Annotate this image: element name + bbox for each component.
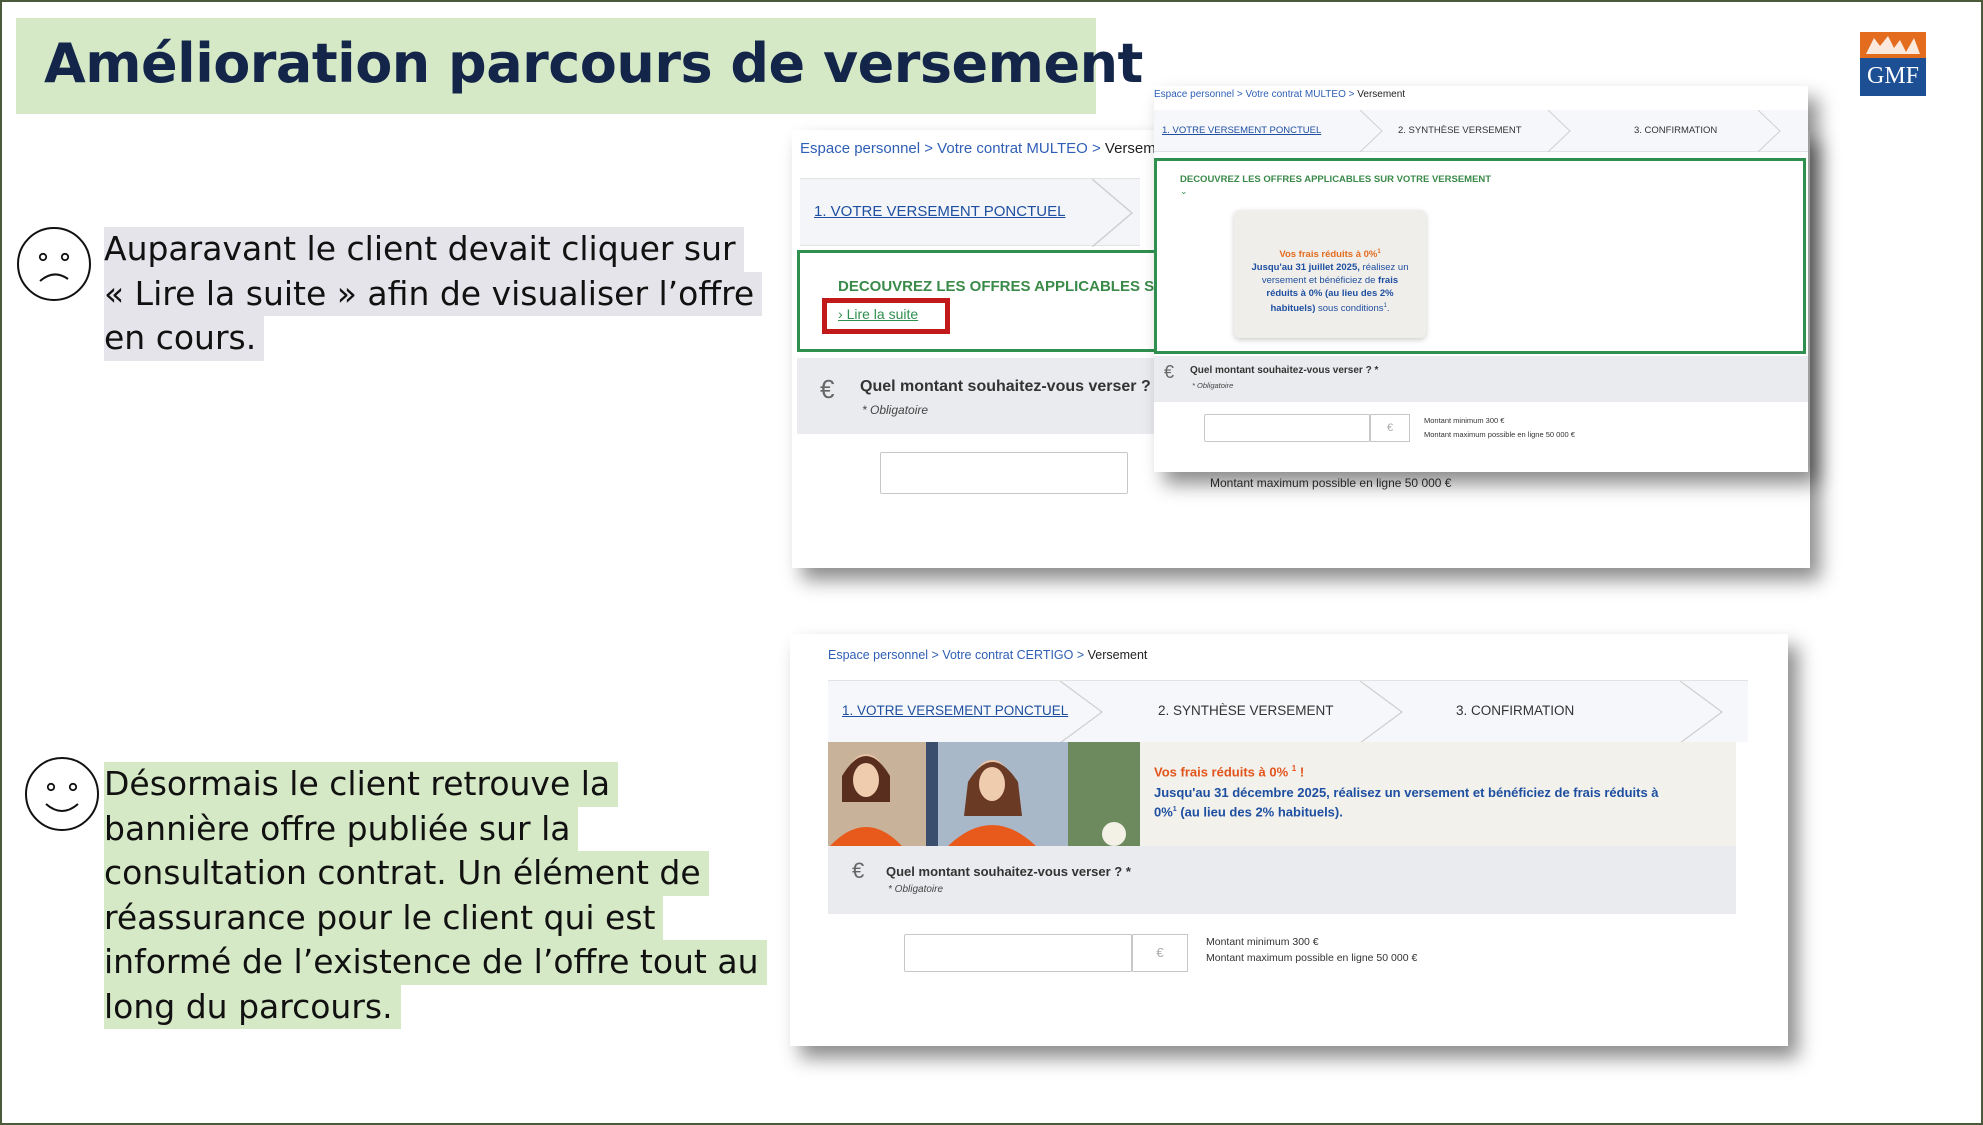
amount-input[interactable] xyxy=(1204,414,1370,442)
text-line: réassurance pour le client qui est xyxy=(104,895,664,940)
text-line: bannière offre publiée sur la xyxy=(104,806,579,851)
new-journey-screenshot: Espace personnel > Votre contrat CERTIGO… xyxy=(790,634,1788,1046)
step-2[interactable]: 2. SYNTHÈSE VERSEMENT xyxy=(1158,703,1334,718)
text-line: Désormais le client retrouve la xyxy=(104,762,619,807)
required-hint: * Obligatoire xyxy=(862,403,929,417)
chevron-down-icon[interactable]: ⌄ xyxy=(1180,186,1188,197)
step-1[interactable]: 1. VOTRE VERSEMENT PONCTUEL xyxy=(814,203,1065,220)
page-title: Amélioration parcours de versement xyxy=(44,32,1143,95)
step-3[interactable]: 3. CONFIRMATION xyxy=(1634,125,1717,136)
happy-face-icon xyxy=(25,757,99,831)
offer-banner: Vos frais réduits à 0% 1 ! Jusqu'au 31 d… xyxy=(828,742,1736,846)
required-hint: * Obligatoire xyxy=(1192,381,1234,390)
step-3[interactable]: 3. CONFIRMATION xyxy=(1456,703,1574,718)
after-description: Désormais le client retrouve la bannière… xyxy=(104,762,767,1029)
question-label: Quel montant souhaitez-vous verser ? * xyxy=(886,864,1131,879)
text-line: en cours. xyxy=(104,316,265,361)
banner-text: Jusqu'au 31 décembre 2025, réalisez un v… xyxy=(1154,785,1659,820)
step-bar: 1. VOTRE VERSEMENT PONCTUEL xyxy=(800,178,1140,247)
gmf-logo: GMF xyxy=(1860,32,1926,96)
offer-title: DECOUVREZ LES OFFRES APPLICABLES SUR VOT… xyxy=(1180,174,1492,185)
max-amount-hint: Montant maximum possible en ligne 50 000… xyxy=(1206,952,1418,964)
read-more-link[interactable]: › Lire la suite xyxy=(838,306,918,322)
breadcrumb: Espace personnel > Votre contrat CERTIGO… xyxy=(828,648,1148,662)
text-line: long du parcours. xyxy=(104,984,401,1029)
slide: Amélioration parcours de versement GMF A… xyxy=(0,0,1983,1125)
text-line: « Lire la suite » afin de visualiser l’o… xyxy=(104,271,763,316)
offer-title: DECOUVREZ LES OFFRES APPLICABLES SUR V xyxy=(838,278,1190,295)
step-bar: 1. VOTRE VERSEMENT PONCTUEL 2. SYNTHÈSE … xyxy=(1154,110,1808,152)
text-line: informé de l’existence de l’offre tout a… xyxy=(104,940,767,985)
logo-text: GMF xyxy=(1866,63,1920,89)
max-amount-hint: Montant maximum possible en ligne 50 000… xyxy=(1210,476,1452,490)
question-bar xyxy=(1154,356,1808,402)
breadcrumb: Espace personnel > Votre contrat MULTEO … xyxy=(800,140,1177,157)
title-banner: Amélioration parcours de versement xyxy=(16,18,1143,114)
logo-emblem xyxy=(1860,32,1926,58)
before-description: Auparavant le client devait cliquer sur … xyxy=(104,227,763,361)
offer-card: Vos frais réduits à 0%1 Jusqu'au 31 juil… xyxy=(1234,210,1426,338)
min-amount-hint: Montant minimum 300 € xyxy=(1424,416,1505,425)
euro-suffix: € xyxy=(1132,934,1188,972)
required-hint: * Obligatoire xyxy=(888,884,944,895)
max-amount-hint: Montant maximum possible en ligne 50 000… xyxy=(1424,430,1575,439)
old-journey-expanded-screenshot: Espace personnel > Votre contrat MULTEO … xyxy=(1154,86,1808,472)
step-2[interactable]: 2. SYNTHÈSE VERSEMENT xyxy=(1398,125,1522,136)
offer-card-text: Jusqu'au 31 juillet 2025, réalisez un ve… xyxy=(1251,262,1409,315)
question-label: Quel montant souhaitez-vous verser ? xyxy=(860,378,1151,395)
banner-photo xyxy=(828,742,1140,846)
step-1[interactable]: 1. VOTRE VERSEMENT PONCTUEL xyxy=(1162,125,1321,136)
text-line: Auparavant le client devait cliquer sur xyxy=(104,227,744,272)
text-line: consultation contrat. Un élément de xyxy=(104,851,709,896)
breadcrumb: Espace personnel > Votre contrat MULTEO … xyxy=(1154,89,1406,100)
amount-input[interactable] xyxy=(904,934,1132,972)
min-amount-hint: Montant minimum 300 € xyxy=(1206,936,1319,948)
amount-input[interactable] xyxy=(880,452,1128,494)
step-bar: 1. VOTRE VERSEMENT PONCTUEL 2. SYNTHÈSE … xyxy=(828,680,1748,743)
euro-suffix: € xyxy=(1370,414,1410,442)
sad-face-icon xyxy=(17,227,91,301)
euro-icon: € xyxy=(1164,362,1175,382)
question-bar xyxy=(828,846,1736,914)
euro-icon: € xyxy=(852,858,865,883)
question-label: Quel montant souhaitez-vous verser ? * xyxy=(1190,365,1379,376)
step-1[interactable]: 1. VOTRE VERSEMENT PONCTUEL xyxy=(842,703,1068,718)
banner-title: Vos frais réduits à 0% 1 ! xyxy=(1154,764,1305,780)
euro-icon: € xyxy=(820,374,835,404)
offer-card-title: Vos frais réduits à 0%1 xyxy=(1279,249,1381,261)
